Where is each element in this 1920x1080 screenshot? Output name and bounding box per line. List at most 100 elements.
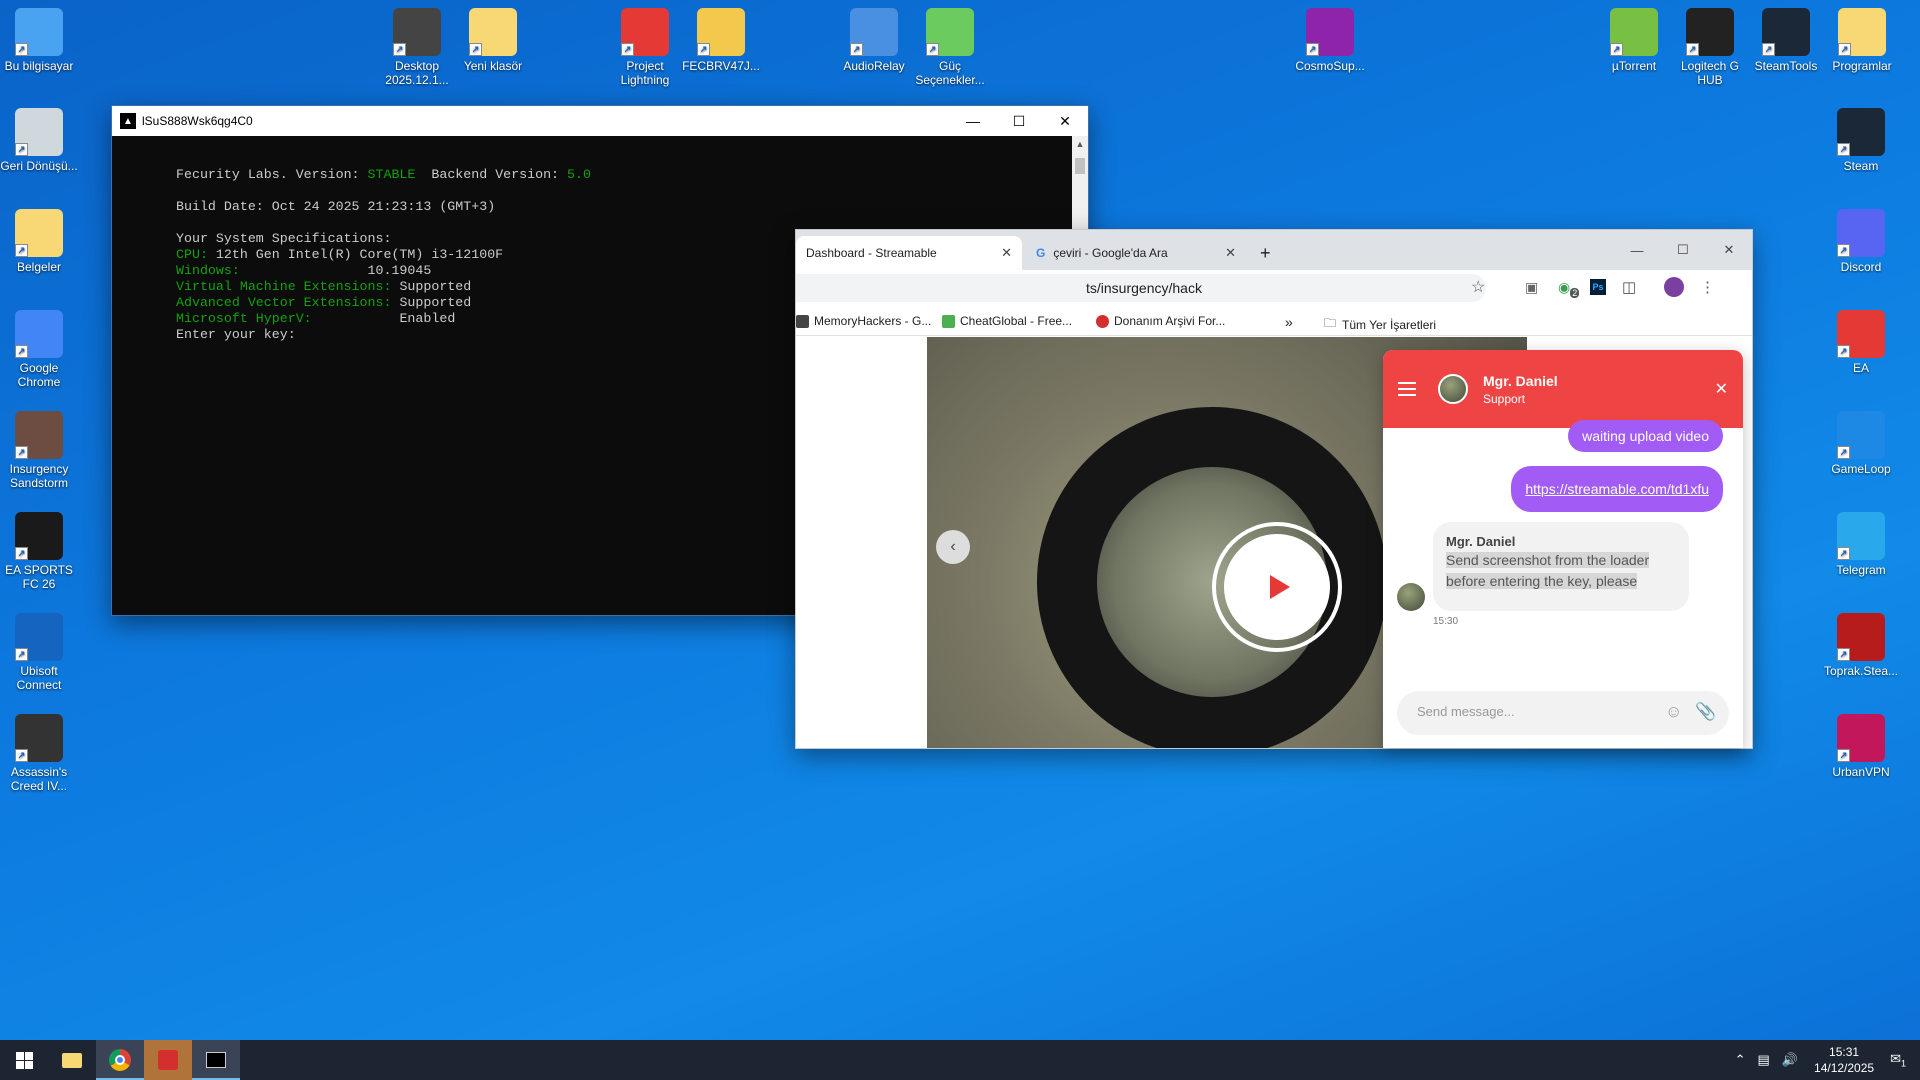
chevron-up-icon[interactable]: ⌃ [1735,1052,1746,1068]
discord-icon: ↗ [1837,209,1885,257]
file-explorer-button[interactable] [48,1040,96,1080]
cast-icon[interactable]: ▣ [1525,279,1538,296]
emoji-icon[interactable]: ☺ [1665,702,1682,722]
scroll-thumb[interactable] [1075,158,1085,174]
app-taskbar-button[interactable] [144,1040,192,1080]
photoshop-icon[interactable]: Ps [1590,279,1606,295]
desktop-icon[interactable]: ↗ Toprak.Stea... [1822,613,1900,678]
close-tab-icon[interactable]: ✕ [1225,245,1236,261]
input-placeholder: Send message... [1417,704,1515,719]
volume-icon[interactable]: 🔊 [1782,1052,1798,1068]
browser-close-button[interactable]: ✕ [1706,230,1752,270]
browser-minimize-button[interactable]: — [1614,230,1660,270]
more-bookmarks-icon[interactable]: » [1285,314,1293,330]
desktop-icon[interactable]: ↗ Güç Seçenekler... [911,8,989,87]
file-icon: ↗ [697,8,745,56]
shortcut-arrow-icon: ↗ [1306,43,1319,56]
bookmark-cheatglobal[interactable]: CheatGlobal - Free... [942,314,1072,328]
attach-icon[interactable]: 📎 [1695,702,1716,722]
shortcut-arrow-icon: ↗ [15,648,28,661]
bookmark-label: Donanım Arşivi For... [1114,314,1226,328]
network-icon[interactable]: ▤ [1758,1052,1770,1068]
extension-shield-icon[interactable]: ◉ 2 [1558,279,1580,298]
desktop-icon[interactable]: ↗ CosmoSup... [1291,8,1369,73]
agent-avatar-small [1397,583,1425,611]
desktop-icon[interactable]: ↗ UrbanVPN [1822,714,1900,779]
recycle-bin-icon: ↗ [15,108,63,156]
console-app-icon: ▲ [120,113,136,129]
desktop-icon-label: Assassin's Creed IV... [10,765,68,793]
game-icon: ↗ [15,411,63,459]
support-chat-widget[interactable]: Mgr. Daniel Support ✕ waiting upload vid… [1383,350,1743,748]
message-input[interactable]: Send message... ☺ 📎 [1397,691,1729,735]
menu-kebab-icon[interactable]: ⋮ [1700,278,1715,296]
message-link[interactable]: https://streamable.com/td1xfu [1525,481,1709,497]
desktop-icon[interactable]: ↗ Geri Dönüşü... [0,108,78,173]
close-tab-icon[interactable]: ✕ [1001,245,1012,261]
profile-avatar[interactable] [1664,277,1684,297]
shortcut-arrow-icon: ↗ [1837,244,1850,257]
bookmark-label: MemoryHackers - G... [814,314,932,328]
bookmark-star-icon[interactable]: ☆ [1471,277,1485,297]
shortcut-arrow-icon: ↗ [393,43,406,56]
console-titlebar[interactable]: ▲ lSuS888Wsk6qg4C0 — ☐ ✕ [112,106,1088,136]
console-icon [206,1052,226,1068]
desktop-icon[interactable]: ↗ Telegram [1822,512,1900,577]
minimize-button[interactable]: — [950,106,996,136]
chat-menu-icon[interactable] [1398,382,1416,396]
desktop-icon[interactable]: ↗ EA SPORTS FC 26 [0,512,78,591]
desktop-icon[interactable]: ↗ Discord [1822,209,1900,274]
bookmark-donanim[interactable]: Donanım Arşivi For... [1096,314,1225,328]
chat-header: Mgr. Daniel Support ✕ [1383,350,1743,428]
scroll-up-arrow[interactable]: ▲ [1072,136,1088,152]
chat-close-icon[interactable]: ✕ [1715,379,1728,399]
desktop-icon-label: Discord [1840,260,1882,274]
desktop-icon[interactable]: ↗ Insurgency Sandstorm [0,411,78,490]
url-text: ts/insurgency/hack [1086,280,1202,296]
desktop-icon-label: Google Chrome [17,361,61,389]
extensions-puzzle-icon[interactable]: ◫ [1622,278,1636,296]
desktop-icon[interactable]: ↗ FECBRV47J... [682,8,760,73]
fc26-icon: ↗ [15,512,63,560]
desktop-icon[interactable]: ↗ Assassin's Creed IV... [0,714,78,793]
memoryhackers-icon [796,314,809,328]
desktop-icon[interactable]: ↗ Programlar [1823,8,1901,73]
outgoing-message: waiting upload video [1568,420,1723,452]
prev-arrow-icon[interactable]: ‹ [936,530,970,564]
tab-streamable[interactable]: Dashboard - Streamable ✕ [796,236,1022,270]
desktop-icon[interactable]: ↗ µTorrent [1595,8,1673,73]
console-taskbar-button[interactable] [192,1040,240,1080]
close-button[interactable]: ✕ [1042,106,1088,136]
chrome-taskbar-button[interactable] [96,1040,144,1080]
message-line-1: Send screenshot from the loader [1446,552,1650,568]
desktop-icon[interactable]: ↗ Desktop 2025.12.1... [378,8,456,87]
maximize-button[interactable]: ☐ [996,106,1042,136]
play-button[interactable] [1212,522,1342,652]
notification-icon[interactable]: ✉1 [1890,1051,1906,1069]
desktop-icon[interactable]: ↗ Bu bilgisayar [0,8,78,73]
outgoing-message-link[interactable]: https://streamable.com/td1xfu [1511,466,1723,512]
browser-maximize-button[interactable]: ☐ [1660,230,1706,270]
desktop-icon[interactable]: ↗ AudioRelay [835,8,913,73]
desktop-icon[interactable]: ↗ Project Lightning [606,8,684,87]
desktop-icon[interactable]: ↗ Logitech G HUB [1671,8,1749,87]
shortcut-arrow-icon: ↗ [1838,43,1851,56]
desktop-icon[interactable]: ↗ SteamTools [1747,8,1825,73]
tab-google[interactable]: G çeviri - Google'da Ara ✕ [1026,236,1246,270]
bookmark-memoryhackers[interactable]: MemoryHackers - G... [796,314,931,328]
new-tab-button[interactable]: + [1250,236,1284,270]
clock[interactable]: 15:31 14/12/2025 [1814,1044,1874,1076]
build-date: Build Date: Oct 24 2025 21:23:13 (GMT+3) [176,199,496,214]
desktop-icon[interactable]: ↗ Yeni klasör [454,8,532,73]
shortcut-arrow-icon: ↗ [926,43,939,56]
address-bar[interactable]: ts/insurgency/hack ☆ [796,274,1486,302]
all-bookmarks[interactable]: 🗀 Tüm Yer İşaretleri [1324,314,1436,335]
start-button[interactable] [0,1040,48,1080]
desktop-icon[interactable]: ↗ Belgeler [0,209,78,274]
desktop-icon[interactable]: ↗ Google Chrome [0,310,78,389]
desktop-icon[interactable]: ↗ EA [1822,310,1900,375]
desktop-icon[interactable]: ↗ Ubisoft Connect [0,613,78,692]
ave-label: Advanced Vector Extensions: [176,295,400,310]
desktop-icon[interactable]: ↗ Steam [1822,108,1900,173]
desktop-icon[interactable]: ↗ GameLoop [1822,411,1900,476]
